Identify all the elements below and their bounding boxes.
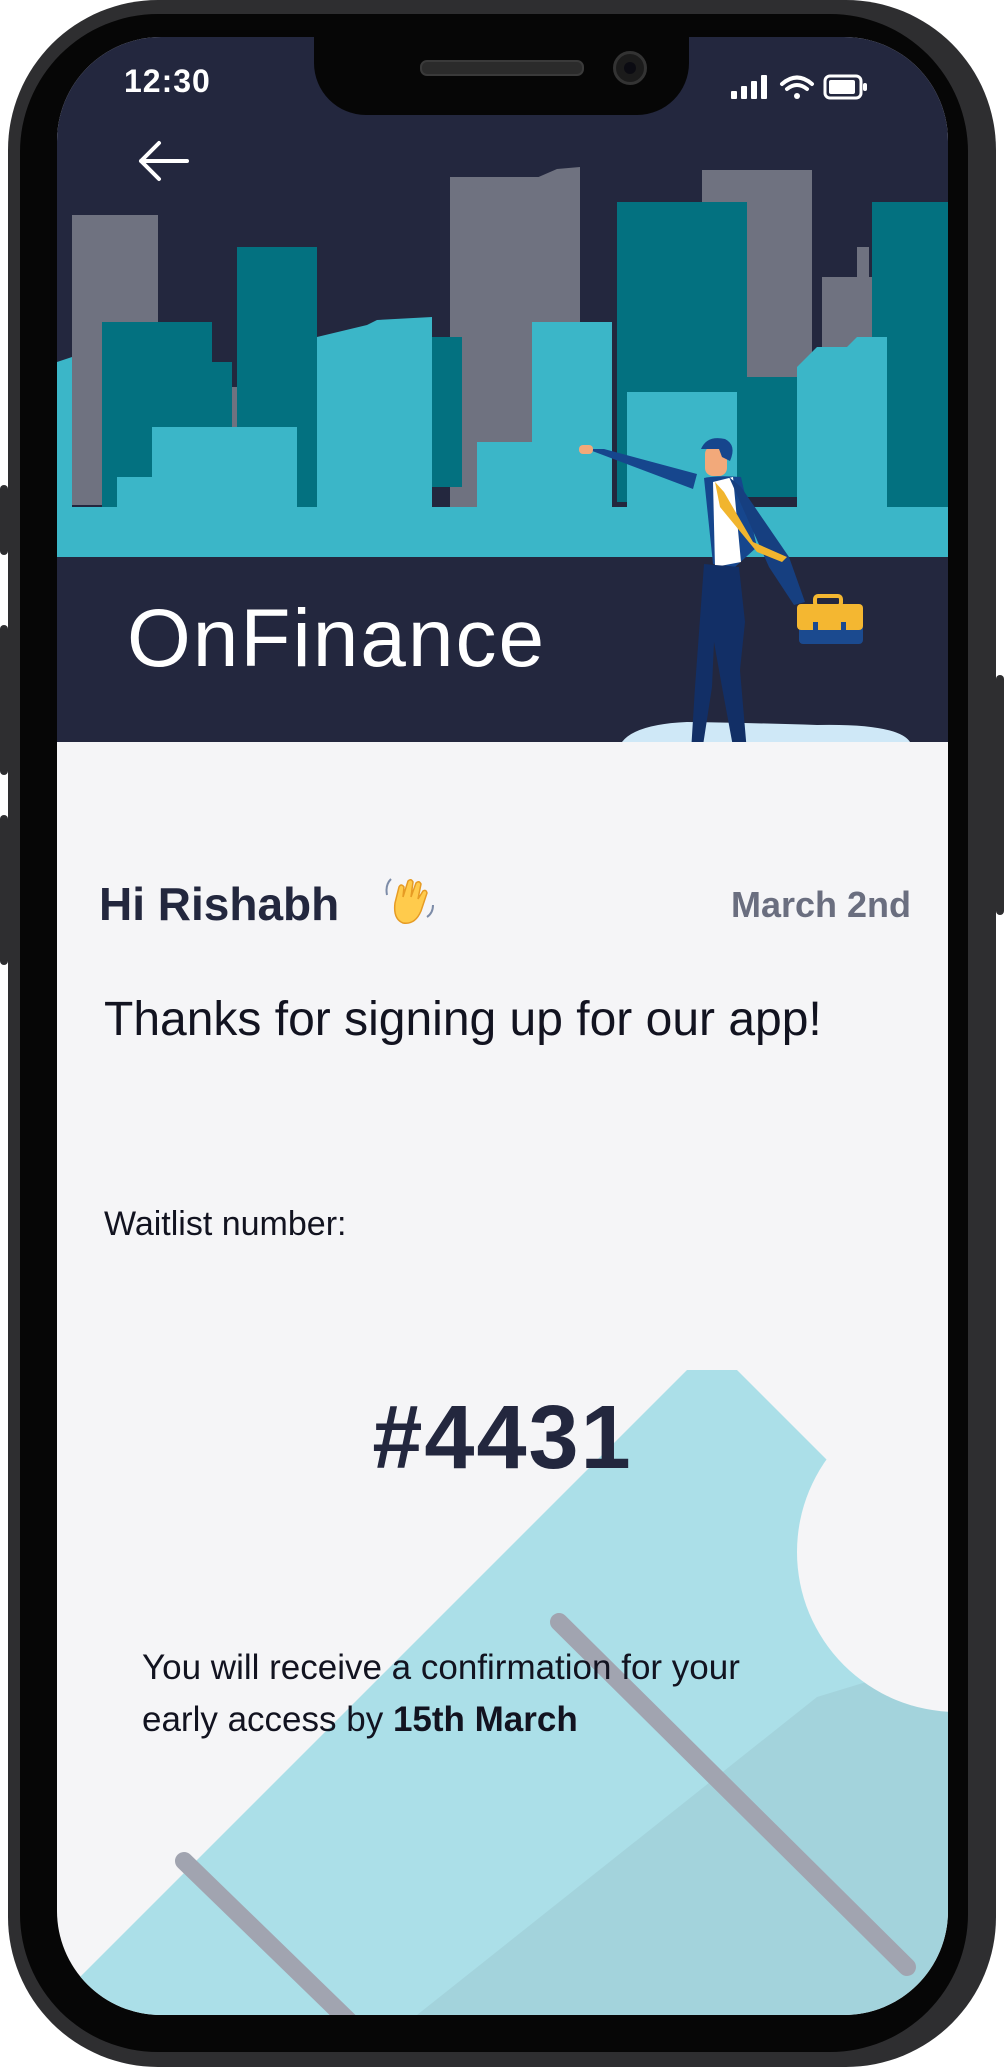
app-screen: 12:30 OnFinance Hi Rishabh March 2nd Tha… — [57, 37, 948, 2015]
signup-headline: Thanks for signing up for our app! — [104, 993, 822, 1046]
volume-down-button — [0, 815, 8, 965]
greeting-text: Hi Rishabh — [99, 878, 340, 930]
waving-hand-icon — [381, 873, 437, 933]
power-button — [996, 675, 1004, 915]
date-label: March 2nd — [730, 884, 911, 925]
volume-up-button — [0, 625, 8, 775]
waitlist-number: #4431 — [372, 1388, 633, 1488]
mute-switch — [0, 485, 8, 555]
confirmation-message: You will receive a confirmation for your… — [142, 1642, 822, 1746]
waitlist-label: Waitlist number: — [104, 1205, 347, 1243]
confirmation-date: 15th March — [392, 1700, 578, 1739]
